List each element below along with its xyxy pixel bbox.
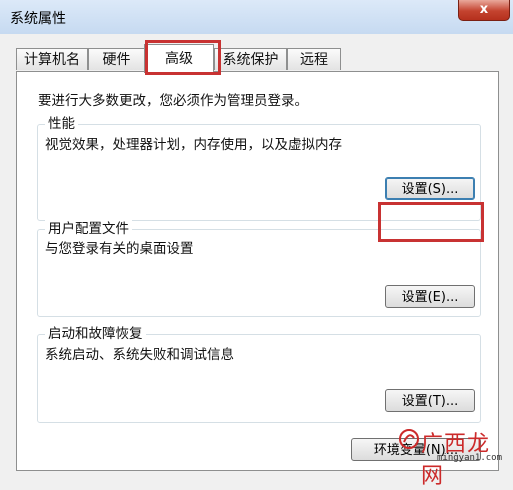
tab-remote[interactable]: 远程: [287, 48, 341, 70]
admin-notice: 要进行大多数更改，您必须作为管理员登录。: [38, 93, 308, 109]
user-profiles-desc: 与您登录有关的桌面设置: [45, 241, 194, 257]
watermark-url: mingyan1.com: [437, 453, 503, 463]
tab-advanced[interactable]: 高级: [144, 44, 214, 73]
startup-recovery-settings-button[interactable]: 设置(T)...: [385, 389, 475, 412]
close-icon: x: [479, 2, 489, 17]
tab-system-protection[interactable]: 系统保护: [214, 48, 287, 70]
user-profiles-settings-button[interactable]: 设置(E)...: [385, 285, 475, 308]
tab-computer-name[interactable]: 计算机名: [16, 48, 88, 70]
tab-hardware[interactable]: 硬件: [88, 48, 145, 70]
window-titlebar[interactable]: 系统属性 x: [0, 0, 513, 35]
close-button[interactable]: x: [458, 0, 510, 21]
watermark-logo-icon: [399, 429, 419, 449]
user-profiles-title: 用户配置文件: [45, 219, 132, 239]
performance-settings-button[interactable]: 设置(S)...: [385, 177, 475, 200]
performance-desc: 视觉效果，处理器计划，内存使用，以及虚拟内存: [45, 137, 342, 153]
startup-recovery-title: 启动和故障恢复: [45, 324, 146, 344]
user-profiles-group: 用户配置文件 与您登录有关的桌面设置 设置(E)...: [37, 219, 481, 317]
window-title: 系统属性: [10, 11, 66, 27]
startup-recovery-desc: 系统启动、系统失败和调试信息: [45, 347, 234, 363]
window-body: 计算机名 硬件 高级 系统保护 远程 要进行大多数更改，您必须作为管理员登录。 …: [0, 34, 513, 471]
advanced-panel: 要进行大多数更改，您必须作为管理员登录。 性能 视觉效果，处理器计划，内存使用，…: [16, 71, 499, 471]
performance-group: 性能 视觉效果，处理器计划，内存使用，以及虚拟内存 设置(S)...: [37, 114, 481, 221]
startup-recovery-group: 启动和故障恢复 系统启动、系统失败和调试信息 设置(T)...: [37, 324, 481, 423]
performance-title: 性能: [45, 114, 78, 134]
watermark: 广西龙网 mingyan1.com: [399, 426, 505, 489]
